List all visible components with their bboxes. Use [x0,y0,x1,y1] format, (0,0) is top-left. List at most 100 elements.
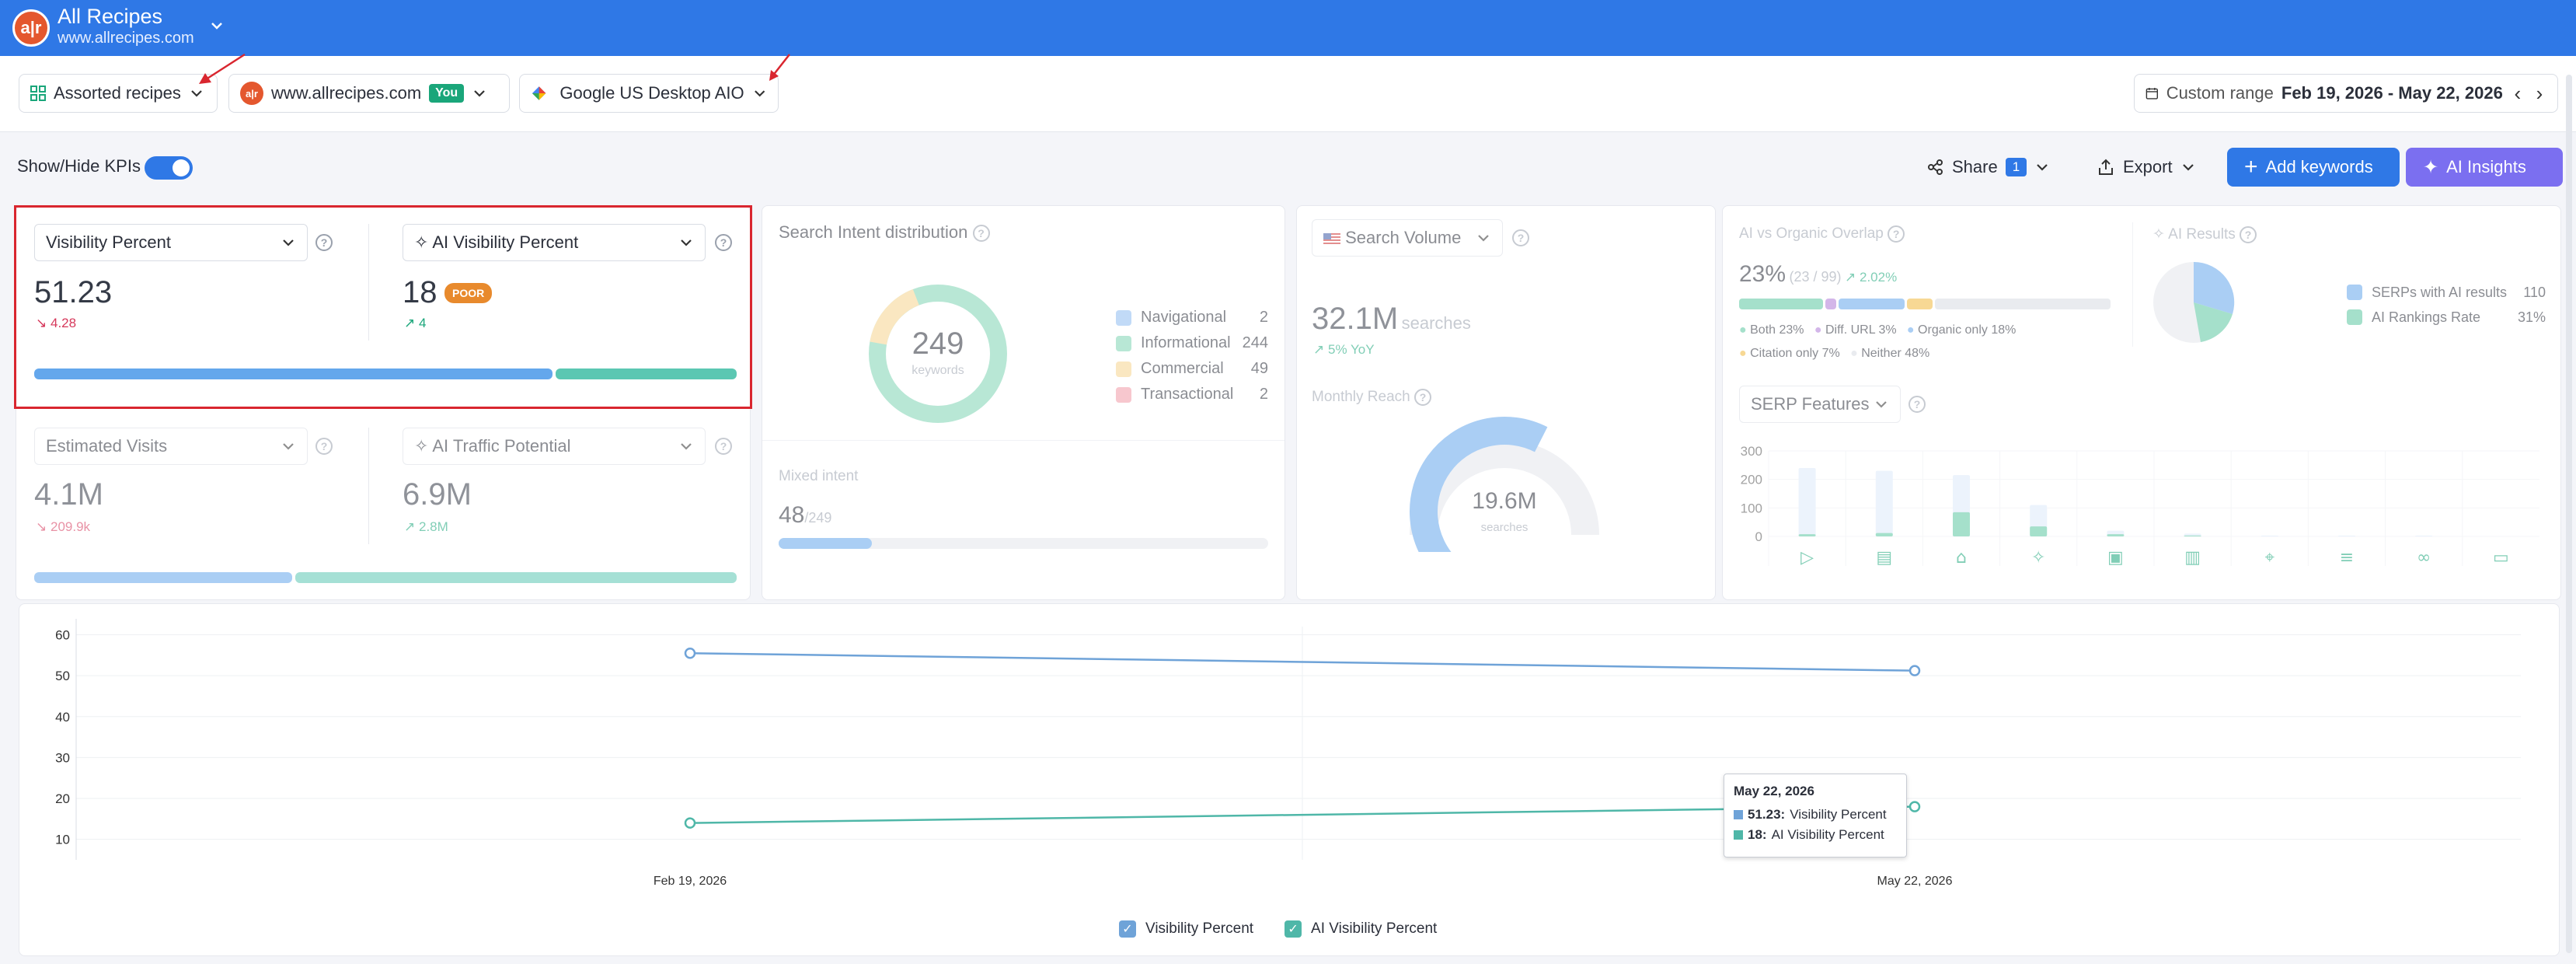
data-point [684,817,696,829]
help-icon[interactable]: ? [315,438,333,455]
overlap-segment [1825,299,1837,309]
x-tick-label: May 22, 2026 [1877,875,1953,888]
ai-insights-button[interactable]: ✦ AI Insights [2406,148,2563,187]
legend-swatch [1116,335,1131,351]
grid-icon [30,86,46,101]
volume-number: 32.1M [1312,302,1399,336]
export-button[interactable]: Export [2097,148,2196,187]
help-icon[interactable]: ? [1414,389,1432,406]
kpi-select-label: Estimated Visits [46,436,168,456]
intent-legend: Navigational 2 Informational 244 Commercia… [1116,305,1268,407]
chevron-down-icon [283,443,294,450]
share-button[interactable]: Share 1 [1927,148,2050,187]
legend-count: 49 [1250,360,1268,377]
overlap-ratio: (23 / 99) [1789,269,1842,285]
x-tick-label: Feb 19, 2026 [654,875,727,888]
serp-selector-label: SERP Features [1751,394,1870,414]
legend-label: Visibility Percent [1145,920,1254,937]
help-icon[interactable]: ? [972,225,990,243]
bar-segment-ai-traffic [295,572,737,583]
sparkle-icon: ✧ [2152,226,2165,243]
reach-label: Monthly Reach [1312,389,1410,406]
kpi-toggle[interactable] [145,156,193,180]
trend-up-icon: ↗ [1845,270,1856,285]
group-selector[interactable]: Assorted recipes [19,74,218,113]
page-scrollbar[interactable] [2566,75,2572,953]
help-icon[interactable]: ? [2240,225,2257,243]
intent-title: Search Intent distribution ? [779,222,990,243]
visits-delta: ↘ 209.9k [36,519,90,535]
chart-legend: ✓ Visibility Percent ✓ AI Visibility Perce… [1119,920,1437,938]
legend-label: Neither 48% [1861,347,1930,360]
yoy-value: 5% YoY [1327,342,1375,357]
discussion-icon: ▭ [2493,548,2509,568]
legend-label: Transactional [1141,386,1234,403]
legend-value: 31% [2517,309,2546,325]
add-keywords-button[interactable]: + Add keywords [2227,148,2400,187]
share-count: 1 [2005,158,2027,176]
chevron-down-icon[interactable] [208,17,225,34]
chevron-down-icon [2037,164,2048,171]
project-title[interactable]: All Recipes [58,5,162,29]
overlap-segment [1935,299,2111,309]
delta-value: 209.9k [50,519,91,534]
share-label: Share [1952,157,1998,176]
project-logo[interactable]: a|r [12,9,50,47]
help-icon[interactable]: ? [715,438,732,455]
legend-swatch [2347,285,2362,300]
trend-down-icon: ↘ [36,519,47,534]
legend-swatch [2347,309,2362,325]
prev-range-button[interactable]: ‹ [2511,82,2525,106]
help-icon[interactable]: ? [1512,229,1529,246]
legend-swatch [1116,386,1131,403]
data-point [684,647,696,659]
y-tick-label: 20 [55,791,70,806]
ai-results-pie [2153,261,2235,343]
y-tick-label: 40 [55,710,70,725]
bar [2107,534,2125,536]
help-icon[interactable]: ? [1908,396,1926,413]
engine-selector[interactable]: Google US Desktop AIO [519,74,779,113]
y-tick-label: 10 [55,833,70,847]
legend-count: 2 [1259,309,1268,326]
add-keywords-label: Add keywords [2265,157,2373,176]
legend-value: 110 [2523,284,2546,300]
next-range-button[interactable]: › [2532,82,2546,106]
bar [1875,470,1893,536]
chevron-down-icon [474,90,485,97]
delta-value: 2.8M [418,519,448,534]
domain-selector[interactable]: a|r www.allrecipes.com You [228,74,510,113]
legend-label: AI Visibility Percent [1311,920,1438,937]
kpi-select-ai-traffic[interactable]: ✧ AI Traffic Potential [403,428,706,465]
legend-label: Navigational [1141,309,1227,326]
help-icon[interactable]: ? [1888,225,1905,243]
legend-toggle-ai-visibility[interactable]: ✓ AI Visibility Percent [1285,920,1437,938]
volume-value: 32.1M searches [1312,302,1471,337]
reviews-icon: ▤ [1876,548,1892,568]
legend-item: Informational 244 [1116,330,1268,356]
overlap-title-text: AI vs Organic Overlap [1739,225,1884,243]
kpi-select-visits[interactable]: Estimated Visits [34,428,308,465]
legend-item: Navigational 2 [1116,305,1268,330]
serp-features-selector[interactable]: SERP Features [1739,386,1901,423]
knowledge-icon: ▥ [2184,548,2201,568]
volume-selector-label: Search Volume [1345,228,1462,247]
legend-count: 2 [1259,386,1268,403]
kpi-toggle-label: Show/Hide KPIs [17,156,141,176]
sparkle-icon: ✧ [414,436,429,456]
intent-title-text: Search Intent distribution [779,222,968,242]
bar [1953,512,1970,536]
export-label: Export [2123,157,2173,176]
divider [2132,222,2133,347]
volume-selector[interactable]: Search Volume [1312,219,1503,257]
ai-insights-label: AI Insights [2446,157,2526,176]
date-range-picker[interactable]: Custom range Feb 19, 2026 - May 22, 2026… [2134,74,2558,113]
legend-label: SERPs with AI results [2372,284,2508,300]
checkbox-icon: ✓ [1285,920,1302,938]
ai-results-title-text: AI Results [2168,226,2236,243]
tooltip-swatch [1734,830,1743,840]
chevron-down-icon [681,443,692,450]
legend-item: ● Neither 48% [1850,347,1930,360]
legend-toggle-visibility[interactable]: ✓ Visibility Percent [1119,920,1253,938]
y-tick-label: 50 [55,669,70,683]
